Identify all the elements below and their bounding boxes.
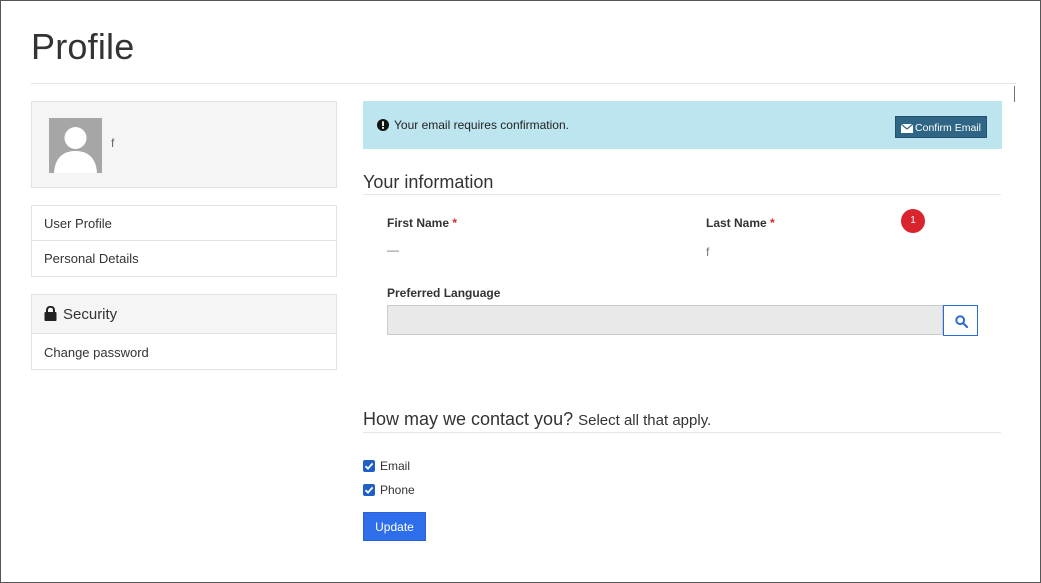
email-checkbox[interactable] [363,460,375,472]
update-button[interactable]: Update [363,512,426,541]
first-name-label: First Name * [387,216,457,230]
search-icon [955,315,968,328]
nav-item-personal-details[interactable]: Personal Details [32,241,336,276]
exclamation-circle-icon [377,119,389,131]
preferred-language-label: Preferred Language [387,286,501,300]
checkmark-icon [364,486,374,494]
title-divider [31,83,1016,84]
first-name-value: — [387,243,399,257]
security-header-label: Security [63,306,118,323]
alert-message-row: Your email requires confirmation. [377,118,569,132]
avatar [49,118,102,173]
required-mark: * [452,216,458,230]
phone-checkbox[interactable] [363,484,375,496]
confirm-email-label: Confirm Email [915,122,981,134]
checkmark-icon [364,462,374,470]
nav-item-user-profile[interactable]: User Profile [32,206,336,241]
last-name-label: Last Name * [706,216,775,230]
contact-heading-text: How may we contact you? [363,409,574,429]
lock-icon [44,305,57,321]
your-information-heading: Your information [363,172,494,192]
language-search-button[interactable] [943,305,978,336]
email-option-label: Email [380,459,411,473]
avatar-placeholder-icon [49,118,102,173]
profile-nav: User Profile Personal Details [31,205,337,277]
your-information-divider [363,194,1001,195]
security-header: Security [32,295,336,334]
profile-card: f [31,101,337,188]
profile-name: f [111,136,115,150]
phone-option-label: Phone [380,483,415,497]
notification-badge: 1 [901,209,925,233]
change-password-link[interactable]: Change password [32,335,336,370]
confirm-email-button[interactable]: Confirm Email [895,116,987,138]
alert-message: Your email requires confirmation. [394,118,569,132]
contact-subheading: Select all that apply. [578,412,712,429]
security-panel: Security Change password [31,294,337,370]
first-name-label-text: First Name [387,216,450,230]
contact-divider [363,432,1001,433]
page-title: Profile [31,26,135,67]
preferred-language-input[interactable] [387,305,943,335]
app-frame [0,0,1041,583]
last-name-label-text: Last Name [706,216,767,230]
last-name-value: f [706,245,710,259]
required-mark: * [770,216,775,230]
envelope-icon [900,123,914,133]
email-confirmation-alert: Your email requires confirmation. Confir… [363,101,1002,149]
scrollbar-marker [1014,86,1015,102]
contact-heading: How may we contact you? Select all that … [363,409,711,430]
